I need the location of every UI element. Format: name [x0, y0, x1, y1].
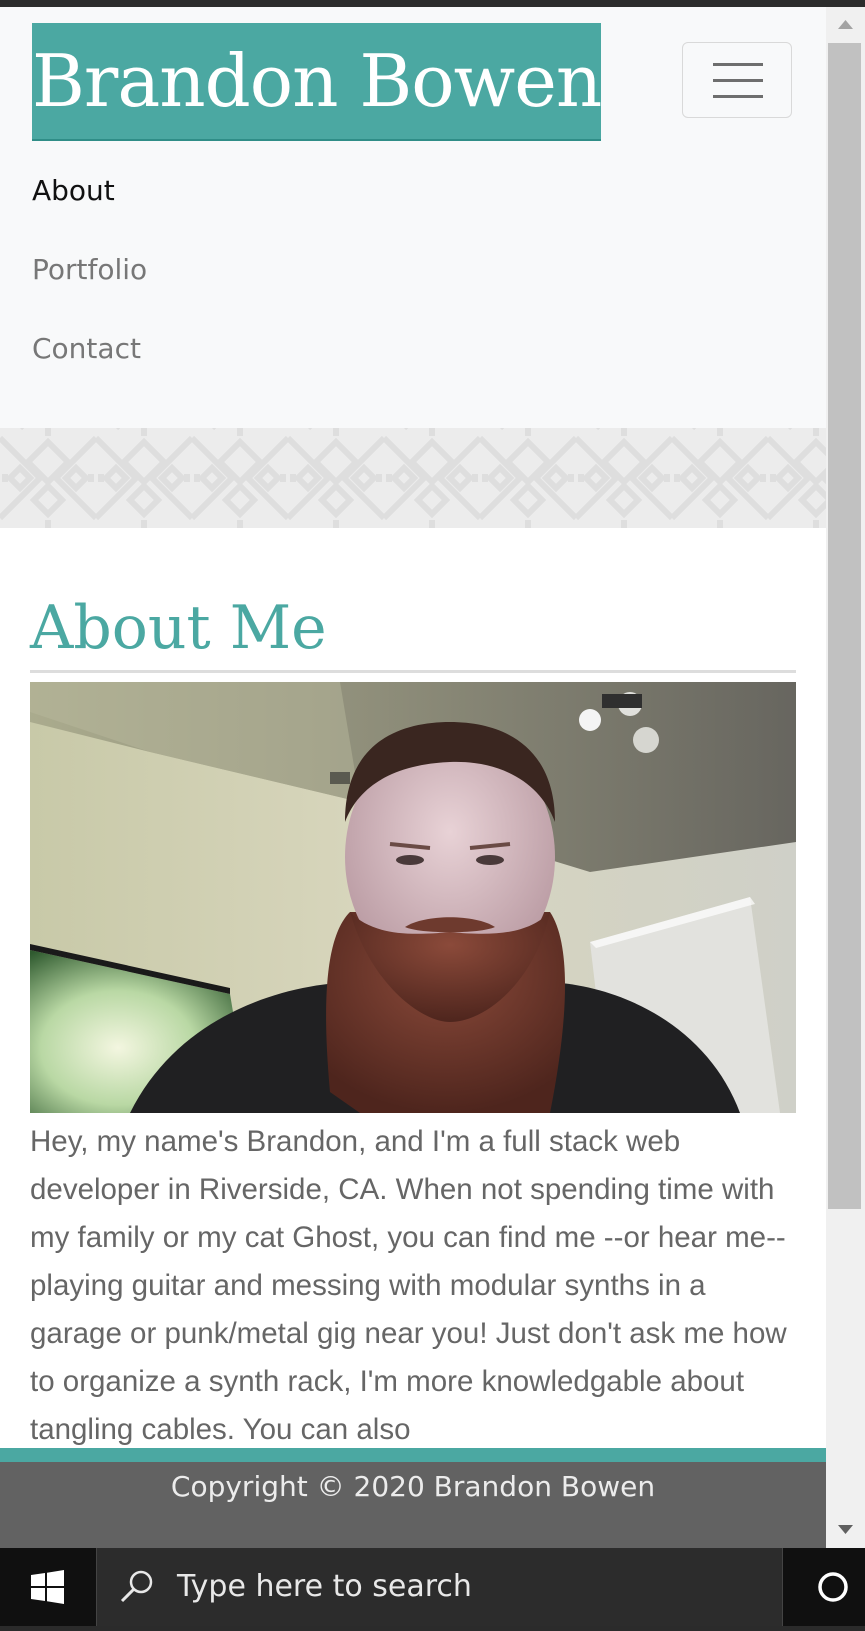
footer-copyright: Copyright © 2020 Brandon Bowen [170, 1470, 656, 1503]
vertical-scrollbar[interactable] [826, 7, 865, 1548]
scroll-up-arrow-icon[interactable] [826, 11, 865, 37]
taskbar-search-box[interactable]: Type here to search [96, 1548, 783, 1626]
nav-link-about[interactable]: About [32, 174, 115, 207]
heading-divider [30, 670, 796, 673]
search-icon [120, 1570, 153, 1603]
nav-link-contact[interactable]: Contact [32, 332, 141, 365]
search-placeholder: Type here to search [177, 1569, 472, 1604]
hamburger-menu-icon-bar [713, 79, 763, 82]
browser-viewport: Brandon Bowen About Portfolio Contact Ab… [0, 7, 826, 1548]
navbar: Brandon Bowen About Portfolio Contact [0, 7, 826, 428]
hamburger-menu-icon-bar [713, 95, 763, 98]
about-heading: About Me [30, 593, 327, 663]
scroll-down-arrow-icon[interactable] [826, 1517, 865, 1543]
scrollbar-thumb[interactable] [828, 43, 861, 1209]
windows-taskbar: Type here to search [0, 1548, 865, 1626]
navbar-toggle-button[interactable] [682, 42, 792, 118]
profile-photo [30, 682, 796, 1113]
brand-logo[interactable]: Brandon Bowen [32, 23, 601, 141]
nav-link-portfolio[interactable]: Portfolio [32, 253, 147, 286]
site-footer: Copyright © 2020 Brandon Bowen [0, 1448, 826, 1548]
hamburger-menu-icon [713, 63, 763, 66]
window-top-edge [0, 0, 865, 7]
cortana-icon[interactable] [816, 1570, 850, 1604]
about-bio-text: Hey, my name's Brandon, and I'm a full s… [30, 1125, 787, 1446]
windows-start-icon[interactable] [0, 1548, 96, 1626]
decorative-pattern-banner [0, 428, 826, 528]
